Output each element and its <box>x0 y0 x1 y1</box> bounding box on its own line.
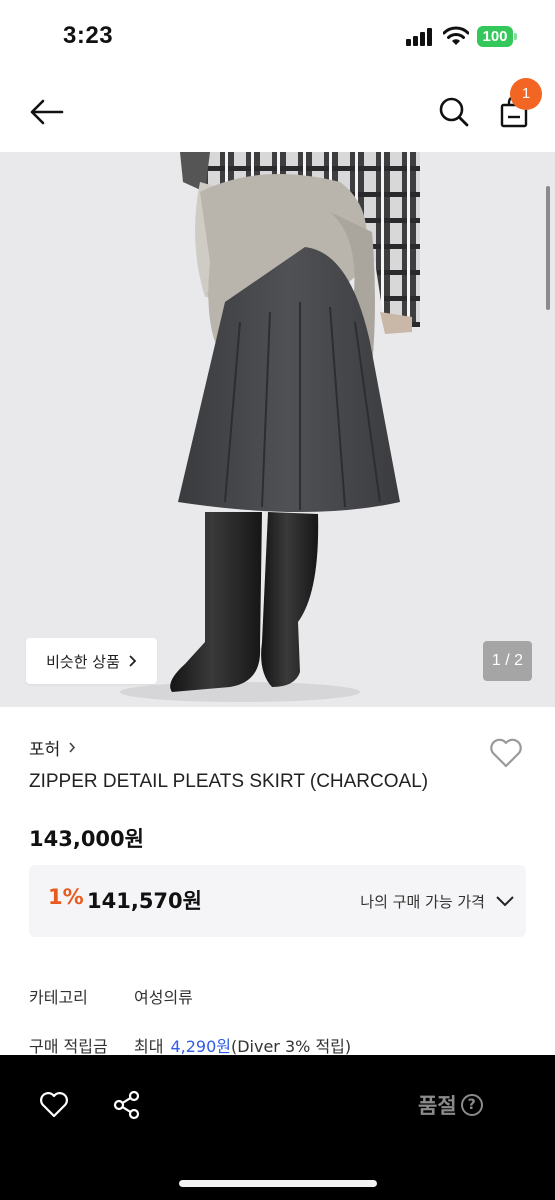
heart-icon <box>490 738 522 768</box>
my-price-toggle[interactable]: 나의 구매 가능 가격 <box>339 883 515 919</box>
sold-out-status: 품절 ? <box>418 1089 483 1121</box>
sold-out-label: 품절 <box>418 1094 457 1118</box>
my-price-label: 나의 구매 가능 가격 <box>360 892 485 911</box>
product-detail-screen: 3:23 100 1 비슷한 상품 1 / 2 포허 ZIPPER DETAIL… <box>0 0 555 1200</box>
chevron-down-icon <box>496 896 514 907</box>
product-title: ZIPPER DETAIL PLEATS SKIRT (CHARCOAL) <box>29 771 429 792</box>
discount-price: 141,570원 <box>87 889 202 913</box>
wifi-icon <box>443 26 469 45</box>
points-row: 구매 적립금 최대 4,290원 (Diver 3% 적립) <box>29 1033 351 1057</box>
navigation-bar <box>0 74 555 152</box>
search-icon <box>439 97 469 127</box>
similar-products-button[interactable]: 비슷한 상품 <box>26 638 157 684</box>
cart-count-badge: 1 <box>510 78 542 110</box>
home-indicator[interactable] <box>179 1180 377 1187</box>
cellular-signal-icon <box>406 28 434 46</box>
bottom-action-bar: 품절 ? <box>0 1055 555 1200</box>
battery-icon: 100 <box>477 26 517 47</box>
product-photo <box>120 152 420 702</box>
points-prefix: 최대 <box>134 1037 164 1056</box>
chevron-right-icon <box>129 655 137 667</box>
category-value: 여성의류 <box>134 988 193 1007</box>
heart-icon <box>40 1092 68 1118</box>
category-label: 카테고리 <box>29 988 88 1007</box>
points-label: 구매 적립금 <box>29 1037 108 1056</box>
discount-rate: 1% <box>48 885 84 909</box>
share-button[interactable] <box>107 1085 147 1125</box>
search-button[interactable] <box>432 90 476 134</box>
status-time: 3:23 <box>63 22 114 49</box>
wishlist-button[interactable] <box>486 733 526 773</box>
image-page-indicator: 1 / 2 <box>483 641 532 681</box>
battery-level: 100 <box>477 26 513 47</box>
brand-name: 포허 <box>29 740 61 760</box>
status-bar: 3:23 100 <box>0 0 555 74</box>
help-icon[interactable]: ? <box>460 1094 483 1116</box>
image-scrollbar[interactable] <box>546 186 550 310</box>
category-row: 카테고리 여성의류 <box>29 984 193 1008</box>
points-amount: 4,290원 <box>170 1037 231 1056</box>
back-button[interactable] <box>24 92 68 132</box>
product-image[interactable] <box>0 152 555 707</box>
arrow-left-icon <box>30 99 64 125</box>
points-suffix: (Diver 3% 적립) <box>230 1037 352 1056</box>
brand-link[interactable]: 포허 <box>29 735 76 760</box>
similar-products-label: 비슷한 상품 <box>46 652 120 671</box>
bottom-wishlist-button[interactable] <box>34 1085 74 1125</box>
discount-price-box: 1% 141,570원 나의 구매 가능 가격 <box>29 865 526 937</box>
chevron-right-icon <box>69 742 76 753</box>
product-price: 143,000원 <box>29 827 144 851</box>
share-icon <box>113 1090 140 1120</box>
